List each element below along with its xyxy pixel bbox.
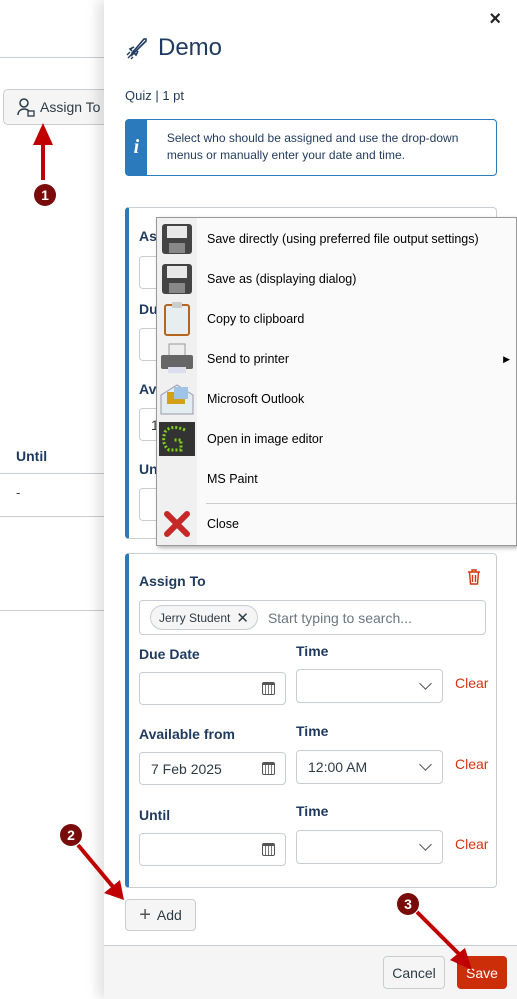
- step-1-badge: 1: [34, 184, 56, 206]
- tray-footer: Cancel Save: [104, 945, 517, 999]
- menu-item-label: Save directly (using preferred file outp…: [207, 232, 479, 246]
- menu-item-save-as[interactable]: Save as (displaying dialog): [157, 259, 516, 299]
- greenshot-editor-icon: [159, 421, 195, 457]
- printer-icon: [159, 341, 195, 377]
- chevron-down-icon: [419, 758, 432, 771]
- menu-item-save-directly[interactable]: Save directly (using preferred file outp…: [157, 219, 516, 259]
- divider: [0, 57, 104, 58]
- until-label: Until: [139, 807, 171, 823]
- submenu-arrow-icon: ▶: [503, 353, 510, 364]
- due-time-label: Time: [296, 643, 329, 659]
- menu-item-label: Save as (displaying dialog): [207, 272, 357, 286]
- available-time-label: Time: [296, 723, 329, 739]
- title-text: Demo: [158, 34, 223, 61]
- quiz-points: Quiz | 1 pt: [125, 88, 185, 103]
- floppy-disk-icon: [159, 221, 195, 257]
- until-clear-link[interactable]: Clear: [455, 836, 488, 852]
- until-column-header: Until: [16, 448, 48, 464]
- menu-item-send-to-printer[interactable]: Send to printer ▶: [157, 339, 516, 379]
- assignment-card-2: Assign To Jerry Student ✕ Start typing t…: [125, 553, 497, 888]
- search-placeholder: Start typing to search...: [267, 609, 412, 626]
- save-button[interactable]: Save: [457, 956, 507, 989]
- until-time-label: Time: [296, 803, 329, 819]
- menu-item-microsoft-outlook[interactable]: Microsoft Outlook: [157, 379, 516, 419]
- due-date-label: Due Date: [139, 646, 200, 662]
- rocket-icon: [126, 38, 147, 60]
- greenshot-context-menu: Save directly (using preferred file outp…: [156, 217, 517, 546]
- add-button[interactable]: + Add: [125, 899, 196, 931]
- plus-icon: +: [139, 903, 151, 926]
- until-value: -: [16, 485, 21, 500]
- assign-to-input[interactable]: Jerry Student ✕ Start typing to search..…: [139, 600, 486, 635]
- chevron-down-icon: [419, 838, 432, 851]
- available-time-value: 12:00 AM: [308, 759, 368, 775]
- menu-item-label: Close: [207, 517, 239, 531]
- arrow-1: [33, 123, 53, 180]
- due-clear-link[interactable]: Clear: [455, 675, 488, 691]
- student-chip[interactable]: Jerry Student ✕: [150, 605, 258, 630]
- clipboard-icon: [159, 301, 195, 337]
- assign-to-button[interactable]: Assign To: [3, 89, 113, 125]
- available-from-input[interactable]: 7 Feb 2025: [139, 752, 286, 785]
- due-date-input[interactable]: [139, 672, 286, 705]
- available-from-label: Available from: [139, 726, 235, 742]
- close-icon[interactable]: ×: [489, 8, 501, 31]
- step-2-badge: 2: [60, 824, 82, 846]
- until-input[interactable]: [139, 833, 286, 866]
- menu-item-open-in-image-editor[interactable]: Open in image editor: [157, 419, 516, 459]
- info-text: Select who should be assigned and use th…: [166, 131, 459, 162]
- until-time-select[interactable]: [296, 830, 443, 864]
- chevron-down-icon: [419, 677, 432, 690]
- divider: [0, 473, 104, 474]
- outlook-icon: [159, 381, 195, 417]
- info-alert: i Select who should be assigned and use …: [125, 119, 497, 176]
- floppy-disk-icon: [159, 261, 195, 297]
- menu-item-label: Copy to clipboard: [207, 312, 305, 326]
- divider: [0, 516, 104, 517]
- remove-chip-icon[interactable]: ✕: [236, 609, 249, 627]
- menu-item-close[interactable]: Close: [157, 504, 516, 544]
- menu-item-ms-paint[interactable]: MS Paint: [157, 459, 516, 499]
- info-icon: i: [126, 120, 147, 175]
- assign-to-label: Assign To: [139, 573, 206, 589]
- user-lock-icon: [17, 98, 35, 117]
- assign-to-label: Assign To: [40, 99, 101, 115]
- available-time-select[interactable]: 12:00 AM: [296, 750, 443, 784]
- menu-item-label: Microsoft Outlook: [207, 392, 305, 406]
- red-x-icon: [159, 506, 195, 542]
- add-label: Add: [156, 907, 182, 923]
- available-clear-link[interactable]: Clear: [455, 756, 488, 772]
- divider: [0, 610, 104, 611]
- cancel-button[interactable]: Cancel: [383, 956, 445, 989]
- chip-label: Jerry Student: [159, 610, 231, 625]
- calendar-icon[interactable]: [262, 762, 275, 775]
- trash-icon[interactable]: [467, 569, 481, 585]
- menu-item-label: Open in image editor: [207, 432, 324, 446]
- page-title: Demo: [124, 34, 222, 62]
- menu-item-copy-to-clipboard[interactable]: Copy to clipboard: [157, 299, 516, 339]
- calendar-icon[interactable]: [262, 682, 275, 695]
- calendar-icon[interactable]: [262, 843, 275, 856]
- menu-item-label: Send to printer: [207, 352, 289, 366]
- step-3-badge: 3: [397, 893, 419, 915]
- due-time-select[interactable]: [296, 669, 443, 703]
- menu-item-label: MS Paint: [207, 472, 258, 486]
- available-from-value: 7 Feb 2025: [151, 760, 222, 777]
